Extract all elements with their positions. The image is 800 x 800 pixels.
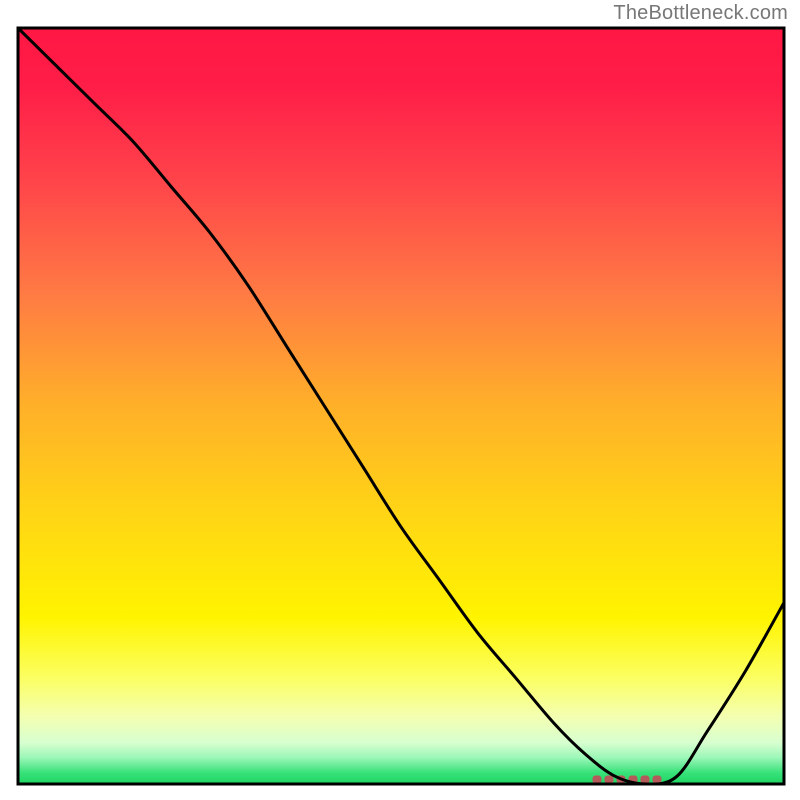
chart-container: TheBottleneck.com bbox=[0, 0, 800, 800]
bottleneck-chart bbox=[0, 0, 800, 800]
